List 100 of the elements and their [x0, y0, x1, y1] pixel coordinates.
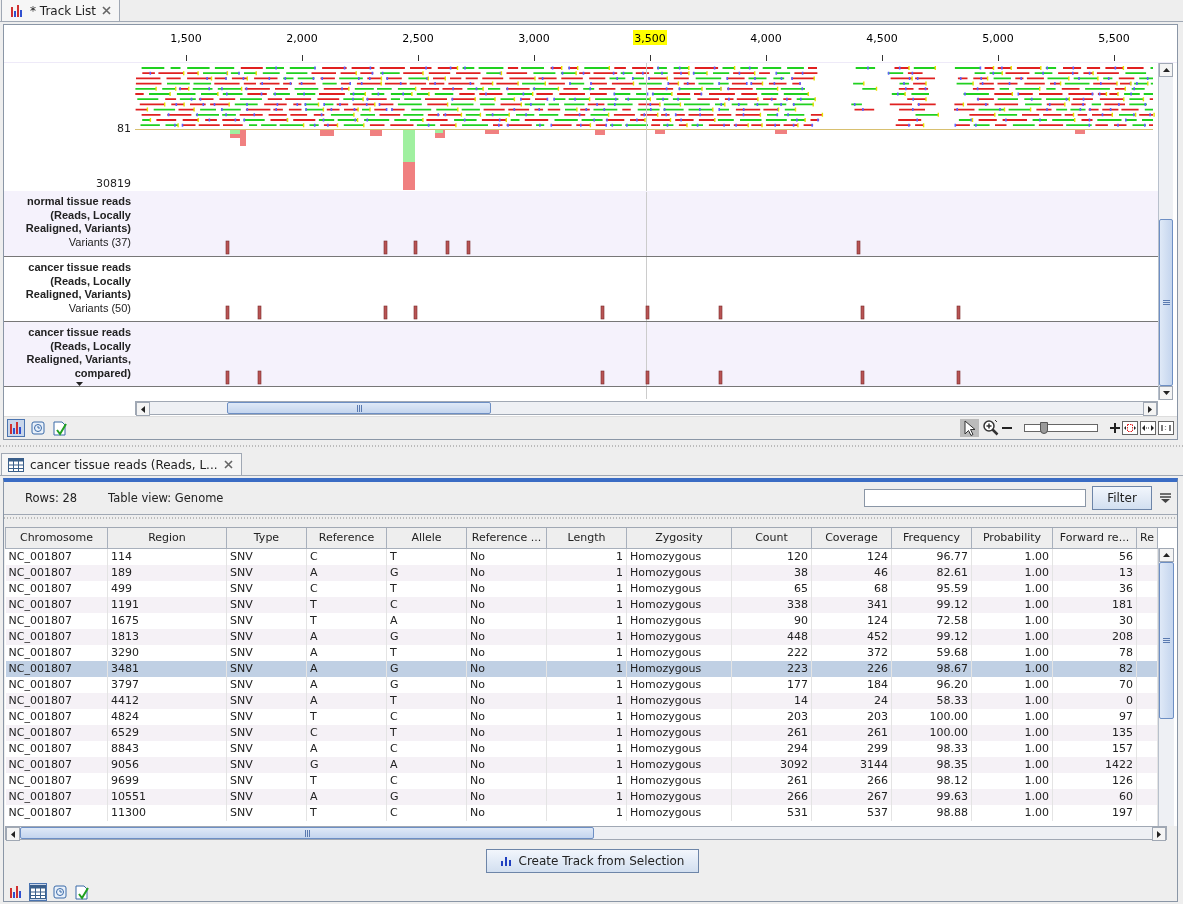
view-button[interactable]: [51, 419, 69, 437]
table-cell: C: [386, 740, 467, 757]
table-cell: Homozygous: [626, 772, 732, 789]
table-row[interactable]: NC_001807 10551 SNV A G No 1 Homozygous 266 267 99.63 1.00 60: [5, 788, 1158, 805]
table-cell: 124: [811, 548, 892, 565]
table-cell: 3092: [731, 756, 812, 773]
table-cell: A: [386, 612, 467, 629]
table-cell: NC_001807: [5, 660, 108, 677]
table-cell: Homozygous: [626, 708, 732, 725]
table-cell: SNV: [226, 692, 307, 709]
table-cell: 1: [546, 596, 627, 613]
scroll-up-icon[interactable]: [1163, 553, 1170, 557]
scroll-right-icon[interactable]: [1157, 830, 1161, 838]
table-cell: 531: [731, 804, 812, 821]
table-cell: Homozygous: [626, 692, 732, 709]
table-row[interactable]: NC_001807 1191 SNV T C No 1 Homozygous 338 341 99.12 1.00 181: [5, 596, 1158, 613]
table-cell: 120: [731, 548, 812, 565]
table-cell: SNV: [226, 612, 307, 629]
table-cell: No: [466, 772, 547, 789]
column-header[interactable]: Region: [107, 528, 227, 548]
view-button[interactable]: [29, 883, 47, 901]
axis-label: 30819: [96, 177, 131, 190]
table-cell: 1: [546, 708, 627, 725]
filter-button[interactable]: Filter: [1092, 486, 1152, 510]
pointer-icon[interactable]: [960, 419, 979, 437]
close-icon[interactable]: [223, 460, 233, 469]
editor-tab[interactable]: cancer tissue reads (Reads, L...: [1, 453, 242, 475]
table-row[interactable]: NC_001807 3481 SNV A G No 1 Homozygous 223 226 98.67 1.00 82: [5, 660, 1158, 677]
horizontal-scrollbar[interactable]: [135, 401, 1158, 415]
table-cell: 338: [731, 596, 812, 613]
column-header[interactable]: Re: [1136, 528, 1158, 548]
column-header[interactable]: Zygosity: [626, 528, 732, 548]
column-header[interactable]: Probability: [971, 528, 1053, 548]
column-header[interactable]: Type: [226, 528, 307, 548]
table-cell: NC_001807: [5, 708, 108, 725]
scroll-left-icon[interactable]: [141, 405, 145, 413]
table-cell: Homozygous: [626, 564, 732, 581]
horizontal-scrollbar[interactable]: [5, 826, 1167, 840]
table-cell: No: [466, 548, 547, 565]
zoom-slider[interactable]: [1024, 424, 1098, 432]
table-cell: NC_001807: [5, 740, 108, 757]
column-header[interactable]: Count: [731, 528, 812, 548]
variant-marker: [956, 370, 961, 385]
column-header[interactable]: Forward re...: [1052, 528, 1137, 548]
scroll-down-icon[interactable]: [1162, 391, 1170, 395]
column-header[interactable]: Coverage: [811, 528, 892, 548]
table-row[interactable]: NC_001807 4412 SNV A T No 1 Homozygous 14 24 58.33 1.00 0: [5, 692, 1158, 709]
table-cell: SNV: [226, 772, 307, 789]
table-row[interactable]: NC_001807 3290 SNV A T No 1 Homozygous 222 372 59.68 1.00 78: [5, 644, 1158, 661]
zoom-to-selection-icon[interactable]: [1122, 421, 1138, 435]
table-cell: 1813: [107, 628, 227, 645]
zoom-in-icon[interactable]: [981, 419, 1000, 437]
table-cell: 72.58: [891, 612, 972, 629]
table-cell: 124: [811, 612, 892, 629]
scroll-left-icon[interactable]: [11, 830, 15, 838]
zoom-to-base-icon[interactable]: [1158, 421, 1174, 435]
zoom-in-plus-icon[interactable]: [1110, 423, 1120, 433]
filter-field[interactable]: [864, 489, 1086, 507]
column-header[interactable]: Length: [546, 528, 627, 548]
table-cell: 1191: [107, 596, 227, 613]
column-header[interactable]: Reference: [306, 528, 387, 548]
table-cell: 223: [731, 660, 812, 677]
table-row[interactable]: NC_001807 1675 SNV T A No 1 Homozygous 90 124 72.58 1.00 30: [5, 612, 1158, 629]
create-track-button[interactable]: Create Track from Selection: [485, 849, 700, 873]
view-button[interactable]: [29, 419, 47, 437]
zoom-to-fit-icon[interactable]: [1140, 421, 1156, 435]
view-button[interactable]: [51, 883, 69, 901]
table-row[interactable]: NC_001807 4824 SNV T C No 1 Homozygous 203 203 100.00 1.00 97: [5, 708, 1158, 725]
view-button[interactable]: [73, 883, 91, 901]
vertical-scrollbar[interactable]: [1158, 548, 1174, 826]
scroll-up-icon[interactable]: [1162, 68, 1170, 72]
table-cell: No: [466, 612, 547, 629]
table-row[interactable]: NC_001807 1813 SNV A G No 1 Homozygous 448 452 99.12 1.00 208: [5, 628, 1158, 645]
table-cell: 56: [1052, 548, 1137, 565]
column-header[interactable]: Reference ...: [466, 528, 547, 548]
annotations-icon: [53, 420, 67, 436]
column-header[interactable]: Allele: [386, 528, 467, 548]
table-cell: 98.88: [891, 804, 972, 821]
table-row[interactable]: NC_001807 9699 SNV T C No 1 Homozygous 261 266 98.12 1.00 126: [5, 772, 1158, 789]
column-header[interactable]: Frequency: [891, 528, 972, 548]
editor-tab[interactable]: * Track List: [1, 0, 120, 21]
table-cell: 24: [811, 692, 892, 709]
table-row[interactable]: NC_001807 114 SNV C T No 1 Homozygous 120 124 96.77 1.00 56: [5, 548, 1158, 565]
table-row[interactable]: NC_001807 9056 SNV G A No 1 Homozygous 3092 3144 98.35 1.00 1422: [5, 756, 1158, 773]
track-title: normal tissue reads (Reads, Locally Realigned, Variants): [25, 195, 131, 236]
expand-arrow-icon[interactable]: [76, 382, 83, 386]
table-row[interactable]: NC_001807 3797 SNV A G No 1 Homozygous 177 184 96.20 1.00 70: [5, 676, 1158, 693]
table-row[interactable]: NC_001807 8843 SNV A C No 1 Homozygous 294 299 98.33 1.00 157: [5, 740, 1158, 757]
table-row[interactable]: NC_001807 499 SNV C T No 1 Homozygous 65 68 95.59 1.00 36: [5, 580, 1158, 597]
scroll-right-icon[interactable]: [1148, 405, 1152, 413]
variant-marker: [225, 240, 230, 255]
vertical-scrollbar[interactable]: [1158, 63, 1173, 400]
table-row[interactable]: NC_001807 189 SNV A G No 1 Homozygous 38 46 82.61 1.00 13: [5, 564, 1158, 581]
table-row[interactable]: NC_001807 6529 SNV C T No 1 Homozygous 261 261 100.00 1.00 135: [5, 724, 1158, 741]
menu-icon[interactable]: [1160, 493, 1171, 503]
column-header[interactable]: Chromosome: [5, 528, 108, 548]
close-icon[interactable]: [102, 6, 111, 15]
view-button[interactable]: [7, 419, 25, 437]
variant-marker: [600, 305, 605, 320]
table-row[interactable]: NC_001807 11300 SNV T C No 1 Homozygous 531 537 98.88 1.00 197: [5, 804, 1158, 821]
